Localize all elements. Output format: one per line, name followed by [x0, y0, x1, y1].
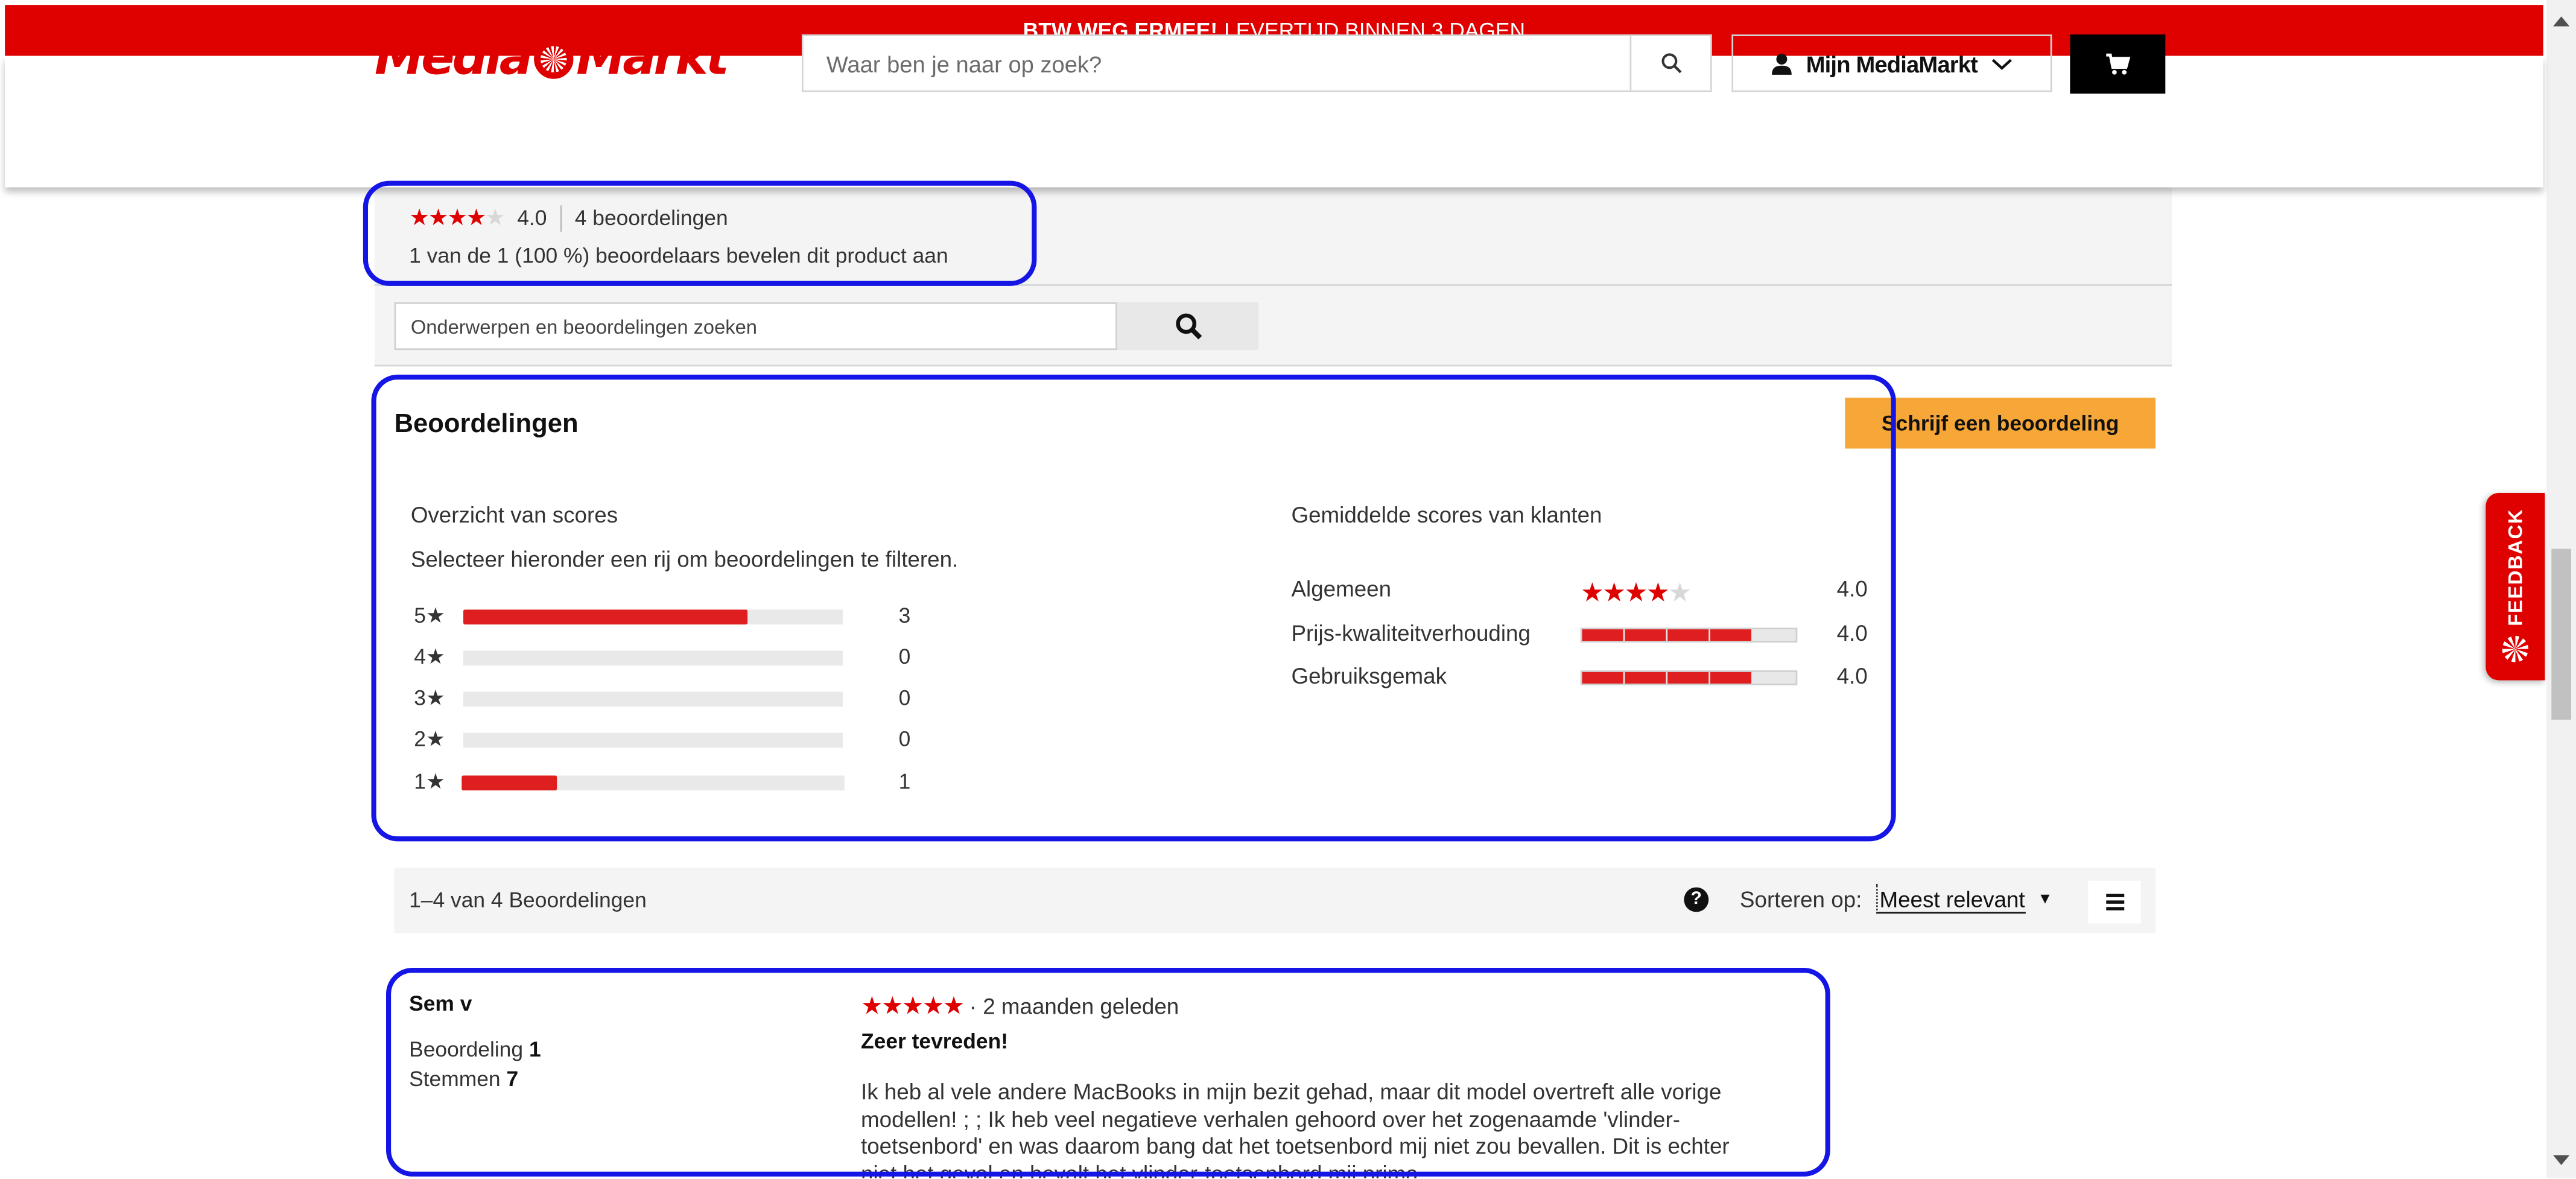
sort-label: Sorteren op: — [1739, 887, 1862, 912]
reviews-toolbar: 1–4 van 4 Beoordelingen ? Sorteren op: M… — [394, 867, 2156, 933]
reviewer-meta-value: 7 — [506, 1066, 519, 1090]
score-segment — [1582, 629, 1623, 641]
avg-label: Algemeen — [1291, 576, 1392, 602]
histogram-label: 2★ — [414, 726, 445, 751]
histogram-count: 0 — [898, 726, 911, 751]
rating-summary[interactable]: ★★★★★ 4.0 4 beoordelingen — [409, 204, 728, 232]
search-icon — [1661, 53, 1681, 74]
review-search-input[interactable] — [394, 302, 1117, 351]
histogram-label: 1★ — [414, 769, 445, 794]
avg-segment-bar — [1580, 628, 1798, 643]
feedback-logo-icon — [2502, 635, 2529, 663]
cart-icon — [2106, 53, 2131, 75]
review-age: · 2 maanden geleden — [963, 994, 1179, 1019]
sort-select[interactable]: Meest relevant — [1876, 884, 2025, 914]
histogram-row-4[interactable]: 4★ — [414, 641, 843, 673]
review-search — [394, 302, 1259, 351]
avg-label: Prijs-kwaliteitverhouding — [1291, 621, 1531, 646]
review-body: Ik heb al vele andere MacBooks in mijn b… — [861, 1079, 1730, 1178]
avg-stars-off: ★ — [1668, 580, 1692, 608]
histogram-row-3[interactable]: 3★ — [414, 682, 843, 714]
histogram-bar — [463, 650, 843, 665]
reviewer-meta-value: 1 — [528, 1037, 541, 1062]
histogram-label: 5★ — [414, 603, 445, 628]
avg-stars-on: ★★★★ — [1580, 580, 1670, 608]
histogram-bar — [463, 732, 843, 747]
review-rating: ★★★★★ · 2 maanden geleden — [861, 991, 1179, 1020]
site-search — [801, 34, 1712, 92]
review-stars: ★★★★★ — [861, 992, 965, 1021]
summary-rating: 4.0 — [517, 205, 547, 230]
reviews-count: 1–4 van 4 Beoordelingen — [409, 887, 647, 912]
user-icon — [1772, 52, 1792, 74]
avg-scores-title: Gemiddelde scores van klanten — [1291, 503, 1602, 528]
score-segment — [1710, 672, 1752, 684]
avg-stars: ★★★★★ — [1580, 577, 1692, 609]
divider — [374, 284, 2172, 286]
avg-segment-bar — [1580, 670, 1798, 685]
score-segment — [1625, 629, 1666, 641]
divider — [374, 364, 2172, 367]
reviewer-meta-label: Beoordeling — [409, 1037, 524, 1062]
summary-count: 4 beoordelingen — [574, 205, 728, 230]
histogram-label: 4★ — [414, 644, 445, 669]
summary-stars-off: ★ — [484, 203, 506, 230]
recommend-text: 1 van de 1 (100 %) beoordelaars bevelen … — [409, 243, 948, 268]
summary-stars: ★★★★★ — [409, 203, 506, 232]
sort-caret-icon[interactable]: ▾ — [2040, 888, 2049, 909]
histogram-count: 0 — [898, 644, 911, 669]
chevron-down-icon — [1991, 58, 2011, 69]
avg-label: Gebruiksgemak — [1291, 664, 1447, 689]
histogram-bar — [463, 691, 843, 706]
histogram-bar-fill — [462, 775, 557, 790]
histogram-count: 1 — [898, 769, 911, 794]
logo-text-1: Media — [374, 30, 533, 87]
avg-score: 4.0 — [1836, 621, 1868, 646]
divider — [560, 205, 562, 231]
search-icon — [1175, 313, 1201, 340]
logo-text-2: Markt — [576, 30, 729, 87]
scroll-thumb[interactable] — [2551, 548, 2571, 720]
review-search-button[interactable] — [1117, 302, 1258, 350]
reviews-heading: Beoordelingen — [394, 410, 579, 439]
mediamarkt-logo[interactable]: Media Markt — [374, 30, 729, 87]
histogram-count: 3 — [898, 603, 911, 628]
histogram-count: 0 — [898, 685, 911, 710]
histogram-bar — [462, 775, 845, 790]
feedback-label: FEEDBACK — [2504, 508, 2527, 626]
search-input[interactable] — [803, 36, 1632, 91]
reviewer-meta-label: Stemmen — [409, 1066, 501, 1090]
scrollbar[interactable] — [2546, 0, 2576, 1178]
avg-score: 4.0 — [1836, 576, 1868, 602]
account-button[interactable]: Mijn MediaMarkt — [1731, 34, 2052, 92]
search-button[interactable] — [1629, 36, 1710, 91]
overview-title: Overzicht van scores — [410, 503, 618, 528]
score-segment — [1667, 672, 1709, 684]
histogram-bar-fill — [463, 608, 748, 624]
logo-swirl-icon — [533, 39, 573, 79]
feedback-tab[interactable]: FEEDBACK — [2486, 492, 2545, 681]
score-segment — [1667, 629, 1709, 641]
overview-hint: Selecteer hieronder een rij om beoordeli… — [410, 547, 959, 572]
histogram-row-2[interactable]: 2★ — [414, 723, 843, 755]
scroll-up-icon[interactable] — [2553, 16, 2570, 27]
histogram-bar — [463, 608, 843, 624]
menu-icon[interactable] — [2088, 880, 2141, 924]
help-icon[interactable]: ? — [1684, 887, 1709, 912]
score-segment — [1625, 672, 1666, 684]
summary-stars-on: ★★★★ — [409, 203, 487, 230]
histogram-label: 3★ — [414, 685, 445, 710]
score-segment — [1710, 629, 1752, 641]
cart-button[interactable] — [2070, 34, 2166, 94]
reviewer-name[interactable]: Sem v — [409, 991, 472, 1015]
histogram-row-5[interactable]: 5★ — [414, 600, 843, 632]
review-title: Zeer tevreden! — [861, 1028, 1008, 1053]
write-review-button[interactable]: Schrijf een beoordeling — [1845, 398, 2156, 449]
avg-score: 4.0 — [1836, 664, 1868, 689]
account-label: Mijn MediaMarkt — [1806, 50, 1978, 77]
reviewer-meta: Beoordeling 1 Stemmen 7 — [409, 1035, 541, 1093]
score-segment — [1582, 672, 1623, 684]
histogram-row-1[interactable]: 1★ — [414, 766, 845, 798]
scroll-down-icon[interactable] — [2553, 1155, 2570, 1165]
